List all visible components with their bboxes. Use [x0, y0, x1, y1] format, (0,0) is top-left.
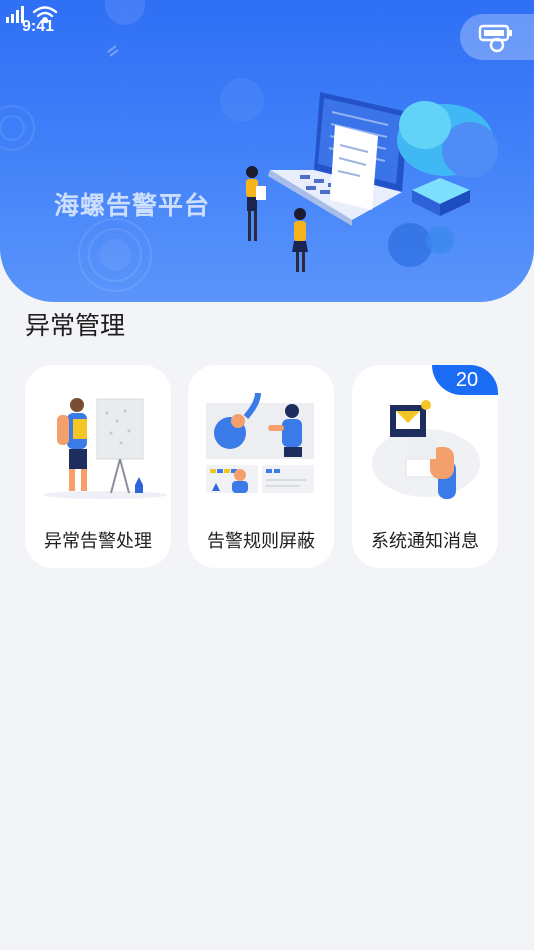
status-icons: [6, 6, 58, 24]
wifi-icon: [32, 6, 58, 24]
card-alarm-rule-mask[interactable]: 告警规则屏蔽: [188, 365, 334, 568]
battery-icon: [478, 24, 512, 53]
team-meeting-icon: [206, 392, 314, 493]
card-label: 系统通知消息: [371, 531, 479, 552]
section-title: 异常管理: [25, 311, 126, 340]
banner-title: 海螺告警平台: [54, 191, 211, 220]
card-system-notifications[interactable]: 系统通知消息 20: [352, 365, 498, 568]
mini-program-capsule[interactable]: [460, 14, 534, 60]
card-label: 异常告警处理: [44, 531, 152, 552]
signal-icon: [6, 6, 24, 23]
app-screen: 9:41 海螺告警平台 异常管理 异常告警处理 告警规则屏蔽 系统通知消息 20: [0, 0, 534, 950]
card-alarm-handling[interactable]: 异常告警处理: [25, 365, 171, 568]
status-bar: 9:41: [0, 0, 534, 60]
presentation-person-icon: [43, 398, 167, 499]
header-banner: 9:41 海螺告警平台: [0, 0, 534, 302]
card-label: 告警规则屏蔽: [207, 531, 315, 552]
notification-envelope-icon: [372, 400, 480, 499]
